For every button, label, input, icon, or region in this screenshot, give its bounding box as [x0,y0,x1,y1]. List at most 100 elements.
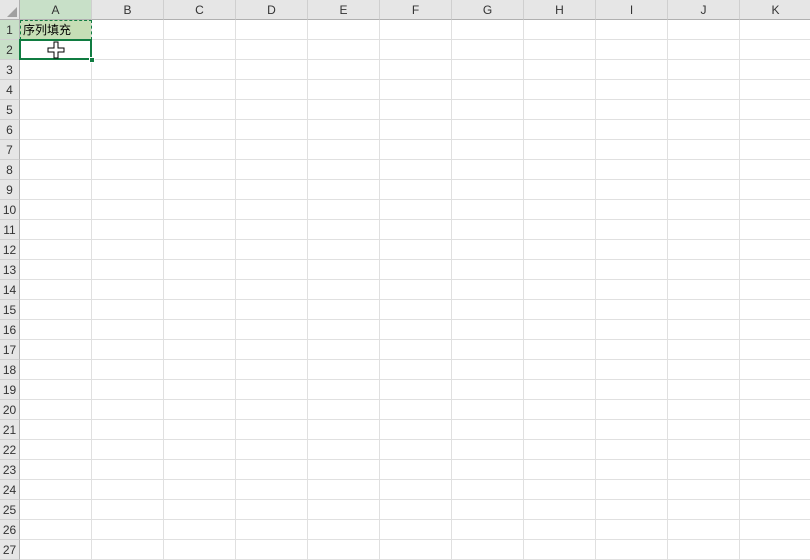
cell-B11[interactable] [92,220,164,240]
row-header-16[interactable]: 16 [0,320,20,340]
cell-K16[interactable] [740,320,810,340]
cell-K8[interactable] [740,160,810,180]
cell-H27[interactable] [524,540,596,560]
cell-K11[interactable] [740,220,810,240]
cell-D5[interactable] [236,100,308,120]
cell-K17[interactable] [740,340,810,360]
cell-C6[interactable] [164,120,236,140]
cell-I8[interactable] [596,160,668,180]
cell-J11[interactable] [668,220,740,240]
cell-C22[interactable] [164,440,236,460]
cell-J3[interactable] [668,60,740,80]
cell-E9[interactable] [308,180,380,200]
cell-H8[interactable] [524,160,596,180]
cell-F2[interactable] [380,40,452,60]
cell-H20[interactable] [524,400,596,420]
cell-A26[interactable] [20,520,92,540]
cell-A16[interactable] [20,320,92,340]
cell-H14[interactable] [524,280,596,300]
cell-G14[interactable] [452,280,524,300]
cell-D27[interactable] [236,540,308,560]
cell-E19[interactable] [308,380,380,400]
cell-I25[interactable] [596,500,668,520]
cell-I22[interactable] [596,440,668,460]
cell-J6[interactable] [668,120,740,140]
cell-J9[interactable] [668,180,740,200]
cell-G7[interactable] [452,140,524,160]
cell-F1[interactable] [380,20,452,40]
select-all-corner[interactable] [0,0,20,20]
cell-J25[interactable] [668,500,740,520]
cell-D1[interactable] [236,20,308,40]
cell-K27[interactable] [740,540,810,560]
cell-F23[interactable] [380,460,452,480]
cell-J20[interactable] [668,400,740,420]
cell-D8[interactable] [236,160,308,180]
cell-G27[interactable] [452,540,524,560]
cell-D12[interactable] [236,240,308,260]
row-header-26[interactable]: 26 [0,520,20,540]
cell-J10[interactable] [668,200,740,220]
cell-D10[interactable] [236,200,308,220]
cell-G18[interactable] [452,360,524,380]
column-header-F[interactable]: F [380,0,452,20]
cell-C13[interactable] [164,260,236,280]
row-header-14[interactable]: 14 [0,280,20,300]
cell-H23[interactable] [524,460,596,480]
cell-I21[interactable] [596,420,668,440]
cell-E5[interactable] [308,100,380,120]
cell-D7[interactable] [236,140,308,160]
cell-K12[interactable] [740,240,810,260]
cell-D21[interactable] [236,420,308,440]
cell-G6[interactable] [452,120,524,140]
row-header-23[interactable]: 23 [0,460,20,480]
row-header-6[interactable]: 6 [0,120,20,140]
cell-C3[interactable] [164,60,236,80]
column-header-K[interactable]: K [740,0,810,20]
cell-J22[interactable] [668,440,740,460]
cell-G4[interactable] [452,80,524,100]
cell-A8[interactable] [20,160,92,180]
cell-E24[interactable] [308,480,380,500]
cell-B19[interactable] [92,380,164,400]
cell-I1[interactable] [596,20,668,40]
cell-F10[interactable] [380,200,452,220]
cell-A17[interactable] [20,340,92,360]
cell-F5[interactable] [380,100,452,120]
cell-J7[interactable] [668,140,740,160]
row-header-20[interactable]: 20 [0,400,20,420]
cell-J2[interactable] [668,40,740,60]
cell-B22[interactable] [92,440,164,460]
cell-C24[interactable] [164,480,236,500]
cell-F11[interactable] [380,220,452,240]
cell-I23[interactable] [596,460,668,480]
cell-A10[interactable] [20,200,92,220]
fill-handle[interactable] [89,57,95,63]
cell-H6[interactable] [524,120,596,140]
column-header-A[interactable]: A [20,0,92,20]
cell-G11[interactable] [452,220,524,240]
cell-B12[interactable] [92,240,164,260]
cell-F12[interactable] [380,240,452,260]
cell-C16[interactable] [164,320,236,340]
cell-F15[interactable] [380,300,452,320]
cell-A6[interactable] [20,120,92,140]
cell-F13[interactable] [380,260,452,280]
cell-I19[interactable] [596,380,668,400]
cell-F4[interactable] [380,80,452,100]
cell-F26[interactable] [380,520,452,540]
cell-D25[interactable] [236,500,308,520]
cell-I6[interactable] [596,120,668,140]
cell-E12[interactable] [308,240,380,260]
cell-E14[interactable] [308,280,380,300]
column-header-C[interactable]: C [164,0,236,20]
cell-E4[interactable] [308,80,380,100]
cell-E11[interactable] [308,220,380,240]
cell-A21[interactable] [20,420,92,440]
cell-F27[interactable] [380,540,452,560]
cell-J17[interactable] [668,340,740,360]
cell-E26[interactable] [308,520,380,540]
cell-A12[interactable] [20,240,92,260]
cell-E20[interactable] [308,400,380,420]
cell-F3[interactable] [380,60,452,80]
